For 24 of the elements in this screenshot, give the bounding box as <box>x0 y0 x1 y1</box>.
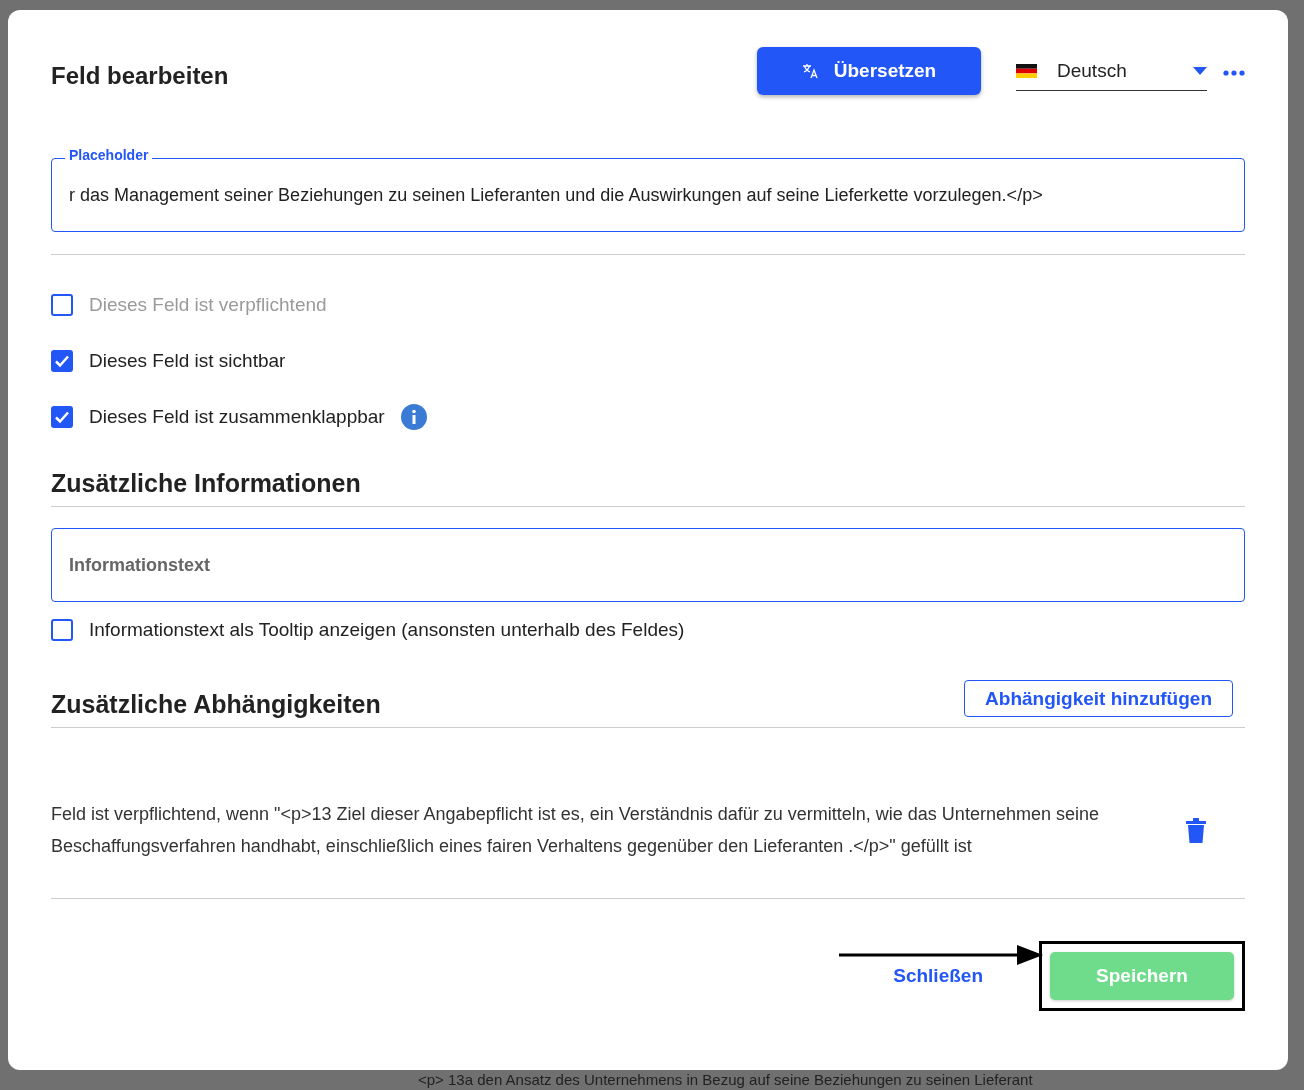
checkbox[interactable] <box>51 619 73 641</box>
trash-icon[interactable] <box>1186 817 1206 843</box>
field-label: Placeholder <box>65 147 153 163</box>
close-button[interactable]: Schließen <box>883 959 993 993</box>
language-select[interactable]: Deutsch <box>1016 51 1207 91</box>
info-text-field[interactable]: Informationstext <box>51 528 1245 602</box>
background-text: <p> 13a den Ansatz des Unternehmens in Bezug auf seine Beziehungen zu seinen Lieferant <box>418 1070 1033 1090</box>
checkbox-label: Dieses Feld ist verpflichtend <box>89 294 327 316</box>
checkbox-label: Dieses Feld ist sichtbar <box>89 350 286 372</box>
more-icon[interactable] <box>1223 70 1245 76</box>
section-heading: Zusätzliche Abhängigkeiten <box>51 690 381 719</box>
checkbox[interactable] <box>51 406 73 428</box>
add-dependency-button[interactable]: Abhängigkeit hinzufügen <box>964 680 1233 717</box>
dependency-text: Feld ist verpflichtend, wenn "<p>13 Ziel dieser Angabepflicht ist es, ein Verständnis dafür zu vermitteln, wie das Unternehmen seine Beschaffungsverfahren handhabt, einschließlich eines fairen Verhaltens gegenüber den Lieferanten .</p>" gefüllt ist <box>51 803 1100 858</box>
translate-icon <box>801 63 818 79</box>
checkbox[interactable] <box>51 350 73 372</box>
checkbox-label: Informationstext als Tooltip anzeigen (ansonsten unterhalb des Feldes) <box>89 619 685 641</box>
caret-icon <box>1193 66 1207 75</box>
translate-button[interactable]: Übersetzen <box>757 47 981 95</box>
info-icon[interactable] <box>400 404 427 430</box>
dialog-title: Feld bearbeiten <box>51 62 230 90</box>
flag-icon <box>1016 63 1037 78</box>
checkbox-label: Dieses Feld ist zusammenklappbar <box>89 406 385 428</box>
section-heading: Zusätzliche Informationen <box>51 469 361 498</box>
